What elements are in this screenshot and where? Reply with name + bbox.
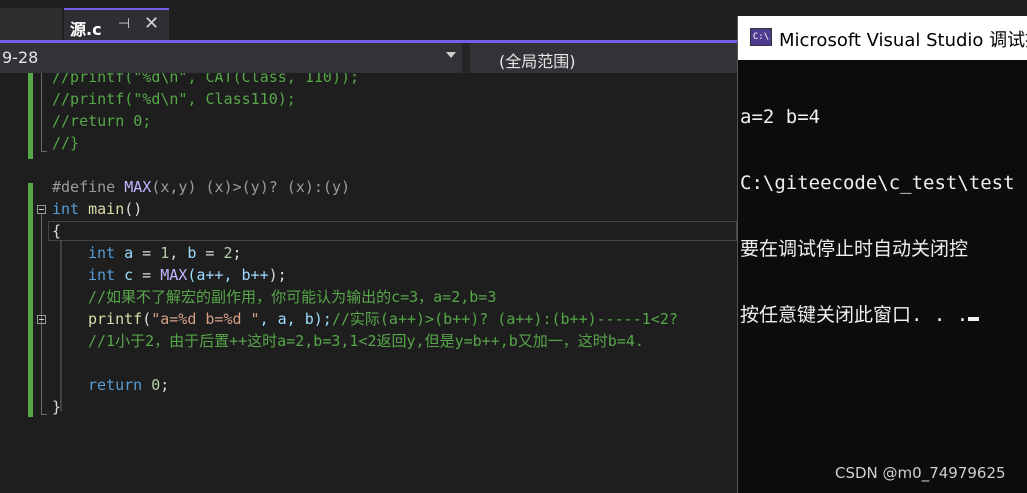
code-line: printf("a=%d b=%d ", a, b);//实际(a++)>(b+… bbox=[88, 308, 678, 330]
macro-args: b++ bbox=[241, 266, 269, 284]
keyword: int bbox=[52, 200, 80, 218]
operator: = bbox=[133, 266, 161, 284]
macro-call: MAX bbox=[160, 266, 188, 284]
keyword: int bbox=[88, 244, 116, 262]
change-bar bbox=[28, 73, 33, 159]
comment: //实际(a++)>(b++)? (a++):(b++)-----1<2? bbox=[331, 310, 678, 328]
debug-console-window[interactable]: C:\ Microsoft Visual Studio 调试控 a=2 b=4 … bbox=[737, 16, 1027, 493]
code-editor[interactable]: //printf("%d\n", CAT(Class, 110)); //pri… bbox=[0, 73, 737, 493]
comment: //} bbox=[52, 134, 80, 152]
change-bar bbox=[28, 183, 33, 417]
comment: //printf("%d\n", Class110); bbox=[52, 90, 296, 108]
code-line: #define MAX(x,y) (x)>(y)? (x):(y) bbox=[52, 176, 350, 198]
number: 2 bbox=[223, 244, 233, 262]
code-line: return 0; bbox=[88, 374, 169, 396]
console-title-bar[interactable]: C:\ Microsoft Visual Studio 调试控 bbox=[738, 16, 1027, 60]
macro-args: (a++, bbox=[187, 266, 242, 284]
number: 1 bbox=[160, 244, 170, 262]
watermark: CSDN @m0_74979625 bbox=[835, 464, 1006, 482]
punctuation: () bbox=[124, 200, 143, 218]
punctuation: ; bbox=[160, 376, 170, 394]
collapse-icon[interactable] bbox=[37, 205, 46, 214]
project-scope-dropdown[interactable]: 9-28 bbox=[0, 43, 462, 73]
global-scope-dropdown[interactable]: (全局范围) bbox=[470, 43, 737, 73]
punctuation: ); bbox=[268, 266, 287, 284]
function-name: printf bbox=[88, 310, 143, 328]
code-line: //} bbox=[52, 132, 79, 154]
punctuation: { bbox=[52, 222, 62, 240]
number: 0 bbox=[142, 376, 161, 394]
code-line: int c = MAX(a++, b++); bbox=[88, 264, 287, 286]
fold-tick bbox=[41, 151, 47, 152]
punctuation: ( bbox=[142, 310, 152, 328]
identifier: , a, b); bbox=[259, 310, 332, 328]
code-line: { bbox=[52, 220, 61, 242]
console-title: Microsoft Visual Studio 调试控 bbox=[779, 30, 1027, 51]
console-line: a=2 b=4 bbox=[740, 106, 821, 128]
punctuation: ; bbox=[232, 244, 242, 262]
comment: //return 0; bbox=[52, 112, 152, 130]
comment: //printf("%d\n", CAT(Class, 110)); bbox=[52, 73, 360, 86]
function-name: main bbox=[79, 200, 125, 218]
identifier: c bbox=[115, 266, 134, 284]
code-line: //printf("%d\n", Class110); bbox=[52, 88, 296, 110]
console-line: C:\giteecode\c_test\test bbox=[740, 172, 1015, 194]
console-line: 要在调试停止时自动关闭控 bbox=[740, 238, 969, 260]
code-line: //printf("%d\n", CAT(Class, 110)); bbox=[52, 73, 359, 88]
collapse-icon[interactable] bbox=[37, 315, 46, 324]
preprocessor: #define bbox=[52, 178, 116, 196]
console-prompt: 按任意键关闭此窗口. . . bbox=[740, 304, 969, 326]
code-line: //如果不了解宏的副作用，你可能认为输出的c=3，a=2,b=3 bbox=[88, 286, 496, 308]
punctuation: , bbox=[169, 244, 188, 262]
fold-line bbox=[41, 73, 42, 151]
navigation-bar: 9-28 (全局范围) bbox=[0, 43, 737, 73]
operator: = bbox=[196, 244, 224, 262]
fold-tick bbox=[41, 414, 47, 415]
project-scope-label: 9-28 bbox=[2, 48, 39, 67]
close-icon[interactable]: ✕ bbox=[144, 13, 159, 34]
indent-guide bbox=[60, 241, 62, 411]
comment: //如果不了解宏的副作用，你可能认为输出的c=3，a=2,b=3 bbox=[88, 288, 497, 306]
string-literal: "a=%d b=%d " bbox=[151, 310, 260, 328]
tab-source-file[interactable]: 源.c ⊣ ✕ bbox=[64, 8, 169, 40]
code-line: int a = 1, b = 2; bbox=[88, 242, 242, 264]
cursor-caret bbox=[968, 317, 980, 321]
chevron-down-icon bbox=[446, 52, 456, 58]
macro-body: (x)>(y)? (x):(y) bbox=[196, 178, 351, 196]
code-line: //return 0; bbox=[52, 110, 151, 132]
console-output: a=2 b=4 C:\giteecode\c_test\test 要在调试停止时… bbox=[740, 62, 1027, 370]
console-app-icon: C:\ bbox=[750, 28, 772, 46]
console-line: 按任意键关闭此窗口. . . bbox=[740, 304, 1027, 326]
code-line: //1小于2，由于后置++这时a=2,b=3,1<2返回y,但是y=b++,b又… bbox=[88, 330, 644, 352]
tab-strip: 源.c ⊣ ✕ bbox=[0, 0, 737, 40]
fold-line bbox=[41, 214, 42, 414]
identifier: a bbox=[115, 244, 134, 262]
code-line: int main() bbox=[52, 198, 142, 220]
current-line-highlight bbox=[48, 221, 737, 241]
global-scope-label: (全局范围) bbox=[499, 52, 576, 71]
punctuation: } bbox=[52, 398, 62, 416]
macro-name: MAX bbox=[124, 178, 152, 196]
comment: //1小于2，由于后置++这时a=2,b=3,1<2返回y,但是y=b++,b又… bbox=[88, 332, 644, 350]
code-line: } bbox=[52, 396, 61, 418]
tab-inactive[interactable] bbox=[0, 8, 62, 40]
keyword: return bbox=[88, 376, 143, 394]
keyword: int bbox=[88, 266, 116, 284]
tab-title: 源.c bbox=[70, 20, 102, 39]
pin-icon[interactable]: ⊣ bbox=[118, 16, 130, 32]
macro-params: (x,y) bbox=[151, 178, 197, 196]
operator: = bbox=[133, 244, 161, 262]
